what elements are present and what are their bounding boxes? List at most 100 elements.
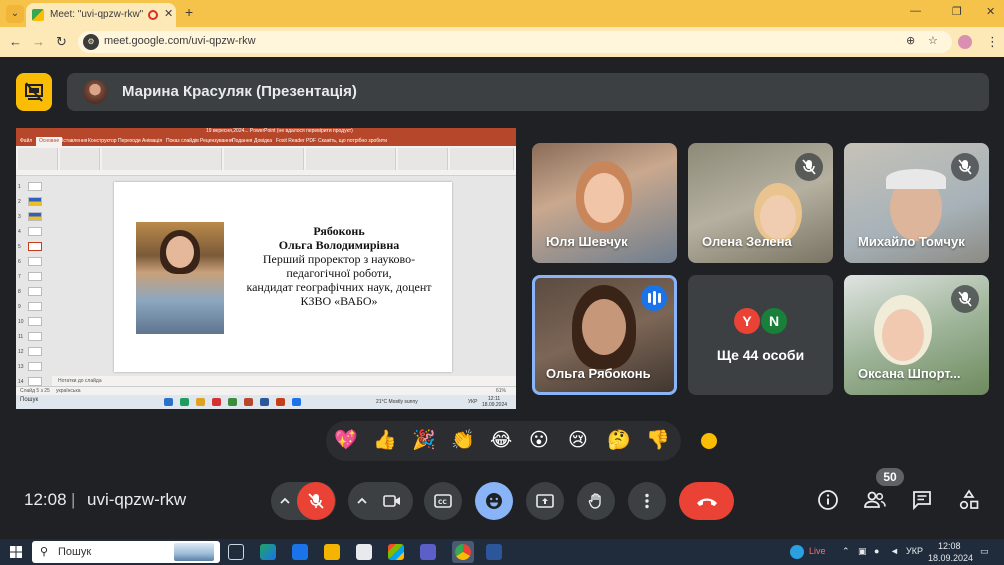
ppt-tab: Конструктор [88, 138, 117, 144]
reaction-thumbs-up-button[interactable]: 👍 [373, 428, 397, 454]
inner-search-text: Пошук [20, 397, 39, 403]
slide-thumbnail [28, 197, 42, 206]
maximize-icon[interactable]: ❐ [952, 5, 962, 18]
reaction-clap-button[interactable]: 👏 [451, 428, 475, 454]
captions-button[interactable]: CC [424, 482, 462, 520]
notifications-icon[interactable]: ▭ [980, 546, 989, 557]
reaction-laugh-button[interactable]: 😂 [490, 428, 512, 454]
windows-taskbar: ⚲ Пошук Live ⌃ ▣ ● ◄ УКР 12:08 18.09.202… [0, 539, 1004, 565]
participant-tile[interactable]: Михайло Томчук [844, 143, 989, 263]
bookmark-star-icon[interactable]: ☆ [928, 34, 938, 47]
mail-icon[interactable] [292, 544, 308, 560]
site-info-icon[interactable]: ⚙ [83, 34, 99, 50]
taskbar-search-field[interactable]: ⚲ Пошук [32, 541, 220, 563]
thumb-number: 6 [18, 259, 21, 265]
reactions-button[interactable] [475, 482, 513, 520]
forward-arrow-icon[interactable]: → [32, 34, 45, 49]
ppt-ribbon-tabs: Файл Основне Вставлення Конструктор Пере… [16, 137, 516, 146]
taskbar-date[interactable]: 18.09.2024 [928, 553, 973, 563]
raise-hand-button[interactable] [577, 482, 615, 520]
participant-tile-active-speaker[interactable]: Ольга Рябоконь [532, 275, 677, 395]
file-explorer-icon[interactable] [324, 544, 340, 560]
chevron-up-icon[interactable] [279, 495, 291, 507]
volume-icon[interactable]: ◄ [890, 546, 899, 556]
muted-indicator [795, 153, 823, 181]
leave-call-button[interactable] [679, 482, 734, 520]
participant-name: Юля Шевчук [546, 234, 628, 249]
word-icon[interactable] [486, 544, 502, 560]
ppt-tab: Переходи [118, 138, 141, 144]
call-end-icon [697, 498, 717, 506]
chat-icon[interactable] [911, 489, 933, 511]
more-options-button[interactable] [628, 482, 666, 520]
slide-thumbnail-selected [28, 242, 42, 251]
reactions-bar: 💖 👍 🎉 👏 😂 😮 😢 🤔 👎 [326, 421, 681, 461]
slide-thumbnail [28, 212, 42, 221]
participant-initial-avatar: N [761, 308, 787, 334]
address-bar: ← → ↻ ⚙ meet.google.com/uvi-qpzw-rkw ⊕ ☆… [0, 27, 1004, 57]
taskbar-time[interactable]: 12:08 [938, 541, 961, 551]
participant-name: Михайло Томчук [858, 234, 965, 249]
teams-icon[interactable] [420, 544, 436, 560]
thumb-number: 2 [18, 199, 21, 205]
reaction-party-button[interactable]: 🎉 [412, 428, 436, 454]
ribbon-group [398, 148, 448, 170]
reaction-sad-button[interactable]: 😢 [568, 428, 588, 454]
thumb-number: 3 [18, 214, 21, 220]
chrome-taskbar-button[interactable] [452, 541, 474, 563]
skin-tone-button[interactable] [699, 431, 719, 451]
browser-menu-icon[interactable]: ⋮ [986, 34, 999, 50]
reload-icon[interactable]: ↻ [56, 34, 67, 50]
ppt-tab: Показ слайдів [166, 138, 199, 144]
slide-role-line: Перший проректор з науково- [262, 252, 416, 266]
thumb-number: 14 [18, 379, 24, 385]
tray-app-icon[interactable]: ▣ [858, 546, 867, 557]
reaction-surprised-button[interactable]: 😮 [529, 428, 549, 454]
speaking-indicator-icon [641, 285, 667, 311]
inner-app-icon [260, 398, 269, 406]
zoom-icon[interactable]: ⊕ [906, 34, 915, 47]
photos-icon[interactable] [356, 544, 372, 560]
profile-avatar[interactable] [958, 35, 972, 49]
reaction-thumbs-down-button[interactable]: 👎 [646, 428, 670, 454]
reaction-thinking-button[interactable]: 🤔 [607, 428, 631, 454]
weather-icon[interactable] [790, 545, 804, 559]
activities-icon[interactable] [958, 489, 980, 511]
camera-toggle-button[interactable] [373, 482, 411, 520]
participant-tile[interactable]: Оксана Шпорт... [844, 275, 989, 395]
new-tab-button[interactable]: + [185, 4, 193, 20]
mic-toggle-button[interactable] [297, 482, 335, 520]
keyboard-language[interactable]: УКР [906, 546, 923, 556]
inner-weather: 21°C Mostly sunny [376, 399, 418, 405]
people-icon[interactable] [863, 489, 887, 511]
chevron-up-icon[interactable] [356, 495, 368, 507]
window-close-icon[interactable]: ✕ [986, 5, 995, 18]
present-screen-button[interactable] [526, 482, 564, 520]
reaction-heart-button[interactable]: 💖 [334, 428, 358, 454]
participant-tile[interactable]: Олена Зелена [688, 143, 833, 263]
tab-title: Meet: "uvi-qpzw-rkw" [50, 9, 144, 20]
shared-screen: 19 вересня,2024... PowerPoint (не вдалос… [16, 128, 516, 409]
slide-thumbnail [28, 377, 42, 386]
task-view-icon[interactable] [228, 544, 244, 560]
minimize-icon[interactable]: — [910, 5, 921, 17]
tab-close-icon[interactable]: ✕ [164, 7, 173, 20]
stop-presenting-button[interactable] [16, 73, 52, 111]
more-participants-tile[interactable]: Y N Ще 44 особи [688, 275, 833, 395]
back-arrow-icon[interactable]: ← [9, 34, 22, 49]
slide-role-line: педагогічної роботи, [286, 266, 392, 280]
tray-chevron-icon[interactable]: ⌃ [842, 546, 850, 557]
meeting-info-icon[interactable] [817, 489, 839, 511]
microphone-tray-icon[interactable]: ● [874, 546, 879, 556]
browser-tab[interactable]: Meet: "uvi-qpzw-rkw" ✕ [26, 3, 176, 27]
url-field[interactable]: ⚙ meet.google.com/uvi-qpzw-rkw ⊕ ☆ [78, 31, 952, 53]
store-icon[interactable] [388, 544, 404, 560]
ppt-status-zoom: 61% [496, 388, 507, 394]
edge-icon[interactable] [260, 544, 276, 560]
mic-off-icon [802, 159, 816, 175]
live-label[interactable]: Live [809, 546, 826, 556]
ppt-tab: Файл [20, 138, 33, 144]
windows-start-icon[interactable] [10, 546, 22, 558]
participant-tile[interactable]: Юля Шевчук [532, 143, 677, 263]
tab-search-icon[interactable]: ⌄ [6, 5, 24, 23]
